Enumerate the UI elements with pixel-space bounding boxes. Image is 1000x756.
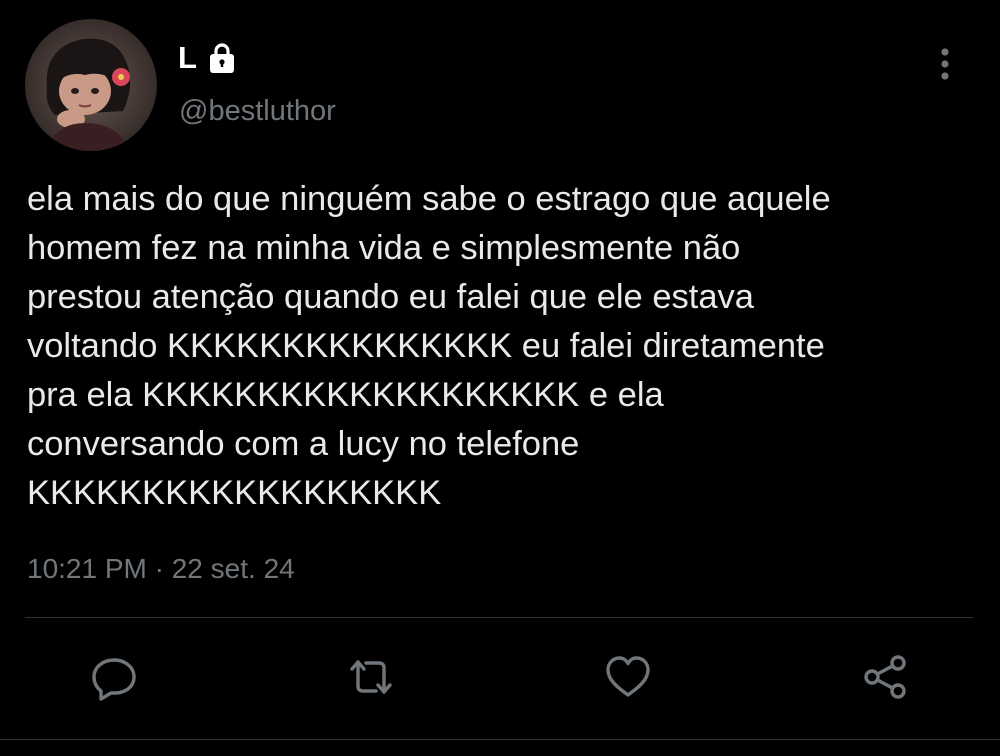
tweet-timestamp[interactable]: 10:21 PM · 22 set. 24 [27, 550, 295, 588]
retweet-button[interactable] [346, 652, 396, 702]
heart-icon [606, 656, 650, 697]
tweet: L @bestluthor ela mais do que ninguém sa… [0, 0, 1000, 756]
share-icon [864, 655, 906, 699]
avatar[interactable] [25, 19, 157, 151]
like-button[interactable] [603, 652, 653, 702]
author-handle[interactable]: @bestluthor [179, 93, 336, 129]
retweet-icon [350, 660, 392, 694]
divider [25, 617, 973, 618]
lock-icon [205, 41, 239, 75]
share-button[interactable] [861, 652, 911, 702]
more-options-icon[interactable] [930, 44, 960, 84]
tweet-text: ela mais do que ninguém sabe o estrago q… [27, 180, 831, 512]
reply-button[interactable] [89, 652, 139, 702]
author-name-row: L [178, 38, 239, 78]
display-name[interactable]: L [178, 38, 197, 78]
reply-icon [92, 658, 136, 701]
bottom-divider [0, 739, 1000, 740]
avatar-illustration-icon [25, 19, 157, 151]
